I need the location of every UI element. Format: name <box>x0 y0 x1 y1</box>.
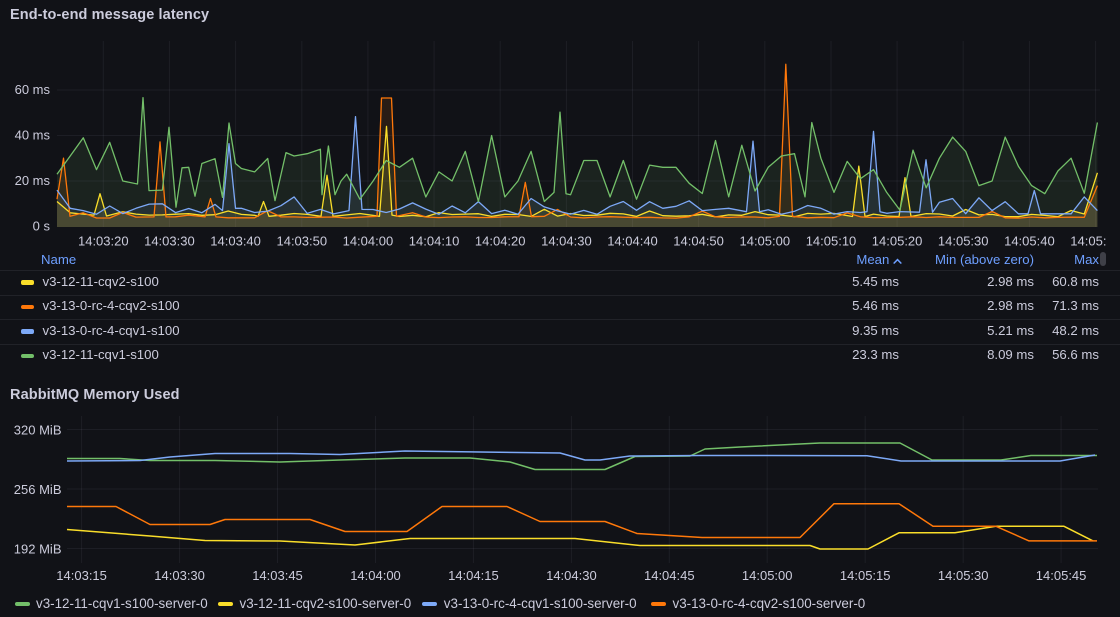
svg-text:14:05:40: 14:05:40 <box>1004 234 1055 249</box>
svg-text:40 ms: 40 ms <box>15 128 51 143</box>
svg-text:14:04:10: 14:04:10 <box>409 234 460 249</box>
svg-text:14:04:00: 14:04:00 <box>343 234 394 249</box>
svg-text:60 ms: 60 ms <box>15 82 51 97</box>
svg-text:14:03:15: 14:03:15 <box>56 568 107 583</box>
svg-text:14:05:30: 14:05:30 <box>938 234 989 249</box>
svg-text:14:04:20: 14:04:20 <box>475 234 526 249</box>
svg-text:256 MiB: 256 MiB <box>14 482 62 497</box>
svg-text:14:03:50: 14:03:50 <box>276 234 327 249</box>
svg-text:14:04:40: 14:04:40 <box>607 234 658 249</box>
svg-text:14:04:30: 14:04:30 <box>541 234 592 249</box>
svg-text:14:05:15: 14:05:15 <box>840 568 891 583</box>
svg-text:14:04:00: 14:04:00 <box>350 568 401 583</box>
svg-text:14:03:45: 14:03:45 <box>252 568 303 583</box>
svg-text:14:03:30: 14:03:30 <box>154 568 205 583</box>
svg-text:14:04:15: 14:04:15 <box>448 568 499 583</box>
svg-text:0 s: 0 s <box>33 219 51 234</box>
svg-text:14:05:30: 14:05:30 <box>938 568 989 583</box>
svg-text:14:03:30: 14:03:30 <box>144 234 195 249</box>
svg-text:14:05:50: 14:05:50 <box>1070 234 1120 249</box>
svg-text:320 MiB: 320 MiB <box>14 423 62 438</box>
svg-text:14:03:20: 14:03:20 <box>78 234 129 249</box>
svg-text:14:04:45: 14:04:45 <box>644 568 695 583</box>
svg-text:14:05:00: 14:05:00 <box>742 568 793 583</box>
svg-text:14:05:10: 14:05:10 <box>806 234 857 249</box>
svg-text:14:05:45: 14:05:45 <box>1036 568 1087 583</box>
svg-text:14:05:20: 14:05:20 <box>872 234 923 249</box>
svg-text:14:04:50: 14:04:50 <box>673 234 724 249</box>
svg-text:14:05:00: 14:05:00 <box>739 234 790 249</box>
svg-text:192 MiB: 192 MiB <box>14 542 62 557</box>
svg-text:20 ms: 20 ms <box>15 173 51 188</box>
svg-text:14:03:40: 14:03:40 <box>210 234 261 249</box>
svg-text:14:04:30: 14:04:30 <box>546 568 597 583</box>
